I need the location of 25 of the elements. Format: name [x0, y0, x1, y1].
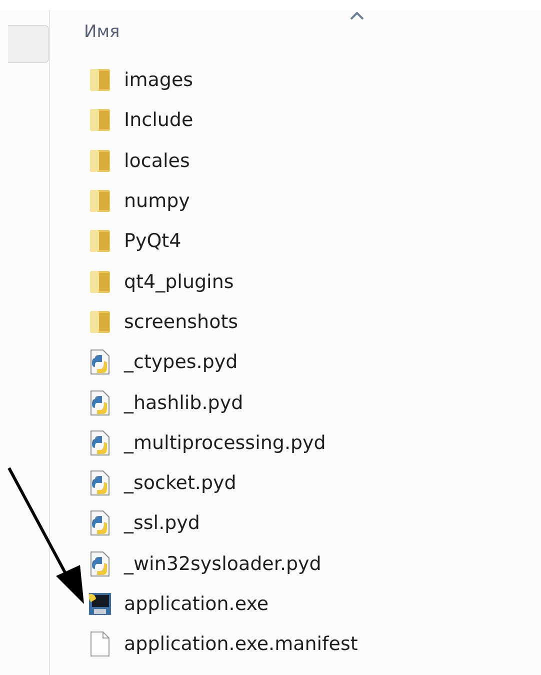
folder-icon	[87, 148, 113, 174]
file-name[interactable]: application.exe	[124, 593, 269, 615]
file-name[interactable]: _hashlib.pyd	[124, 392, 244, 414]
folder-icon	[87, 268, 113, 295]
file-name[interactable]: locales	[124, 150, 190, 172]
file-name[interactable]: numpy	[124, 190, 190, 212]
file-name[interactable]: _ssl.pyd	[124, 512, 200, 534]
file-name[interactable]: Include	[124, 109, 194, 132]
file-name[interactable]: application.exe.manifest	[124, 633, 358, 656]
file-name[interactable]: _socket.pyd	[124, 472, 236, 494]
file-name[interactable]: qt4_plugins	[124, 270, 234, 293]
folder-icon	[87, 107, 113, 134]
file-name[interactable]: screenshots	[124, 310, 238, 333]
folder-icon	[87, 188, 113, 214]
column-header[interactable]: Имя	[84, 22, 120, 42]
folder-icon	[87, 228, 113, 254]
file-name[interactable]: PyQt4	[124, 230, 182, 252]
application-icon	[87, 591, 113, 617]
file-name[interactable]: _win32sysloader.pyd	[124, 552, 322, 575]
folder-icon	[87, 67, 113, 94]
folder-icon	[87, 308, 113, 335]
file-name[interactable]: _ctypes.pyd	[124, 351, 238, 374]
file-name[interactable]: images	[124, 69, 194, 92]
file-name[interactable]: _multiprocessing.pyd	[124, 432, 326, 454]
nav-button[interactable]	[8, 25, 49, 63]
